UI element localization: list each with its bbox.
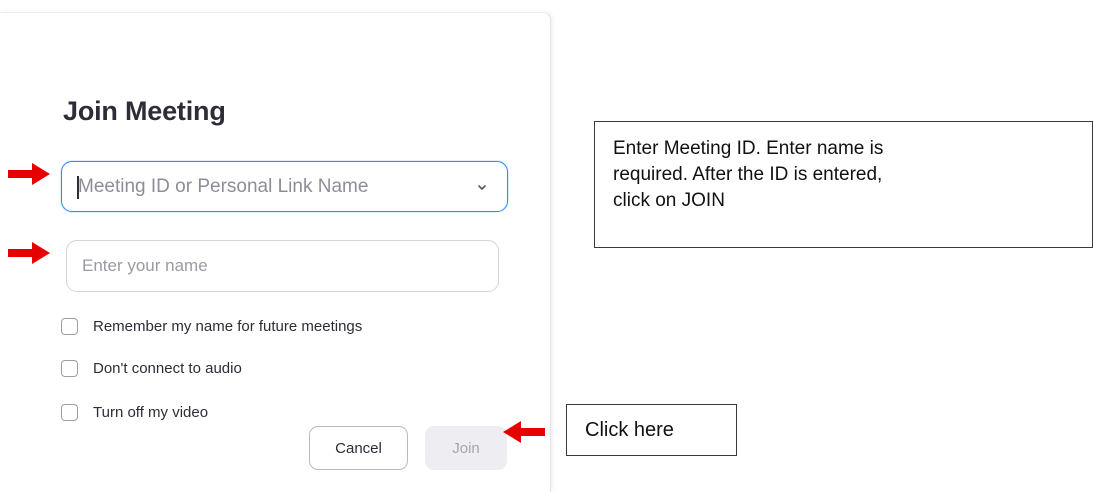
join-button[interactable]: Join <box>425 426 507 470</box>
text-cursor <box>77 176 79 199</box>
cancel-button[interactable]: Cancel <box>309 426 408 470</box>
remember-name-checkbox[interactable] <box>61 318 78 335</box>
instruction-line: Enter Meeting ID. Enter name is <box>613 138 884 159</box>
arrow-right-icon <box>8 242 50 264</box>
name-input[interactable] <box>82 256 498 276</box>
meeting-id-input[interactable] <box>78 175 507 198</box>
video-off-checkbox[interactable] <box>61 404 78 421</box>
name-field[interactable] <box>66 240 499 292</box>
instruction-callout: Enter Meeting ID. Enter name is required… <box>594 121 1093 248</box>
remember-name-option[interactable]: Remember my name for future meetings <box>61 318 362 335</box>
click-here-callout: Click here <box>566 404 737 456</box>
no-audio-label: Don't connect to audio <box>93 360 242 377</box>
video-off-label: Turn off my video <box>93 404 209 421</box>
arrow-left-icon <box>503 421 545 443</box>
instruction-line: click on JOIN <box>613 190 725 211</box>
join-meeting-dialog: Join Meeting Remember my name for future… <box>0 12 551 492</box>
remember-name-label: Remember my name for future meetings <box>93 318 363 335</box>
no-audio-option[interactable]: Don't connect to audio <box>61 360 242 377</box>
dialog-title: Join Meeting <box>63 96 226 126</box>
instruction-line: required. After the ID is entered, <box>613 164 883 185</box>
no-audio-checkbox[interactable] <box>61 360 78 377</box>
meeting-id-combobox[interactable] <box>61 161 508 212</box>
chevron-down-icon[interactable] <box>475 180 489 194</box>
arrow-right-icon <box>8 163 50 185</box>
video-off-option[interactable]: Turn off my video <box>61 404 208 421</box>
click-here-label: Click here <box>585 418 674 441</box>
